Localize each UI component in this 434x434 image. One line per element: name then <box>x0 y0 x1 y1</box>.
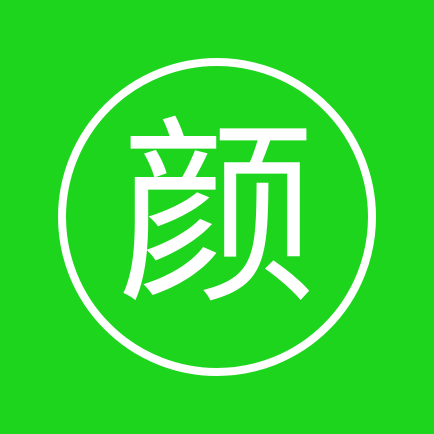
app-icon-character: 颜 <box>116 99 317 332</box>
app-icon: 颜 <box>0 0 434 434</box>
